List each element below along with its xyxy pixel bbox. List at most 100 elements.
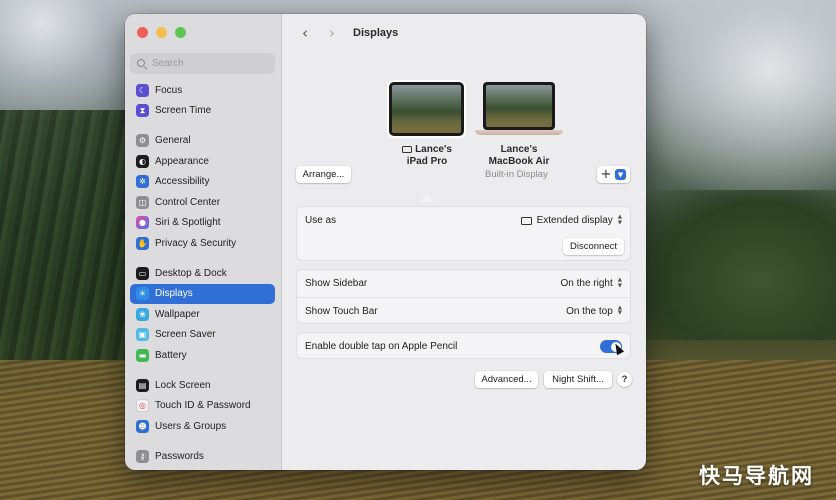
sidebar-list: ☾ Focus ⧗ Screen Time ⚙ General ◐ Appear…	[130, 80, 275, 467]
battery-icon: ▬	[136, 348, 149, 362]
sidebar-item-label: Passwords	[155, 450, 204, 462]
show-sidebar-row: Show Sidebar On the right ▲ ▼	[297, 270, 630, 297]
back-button[interactable]: ‹	[296, 24, 314, 42]
show-touch-bar-row: Show Touch Bar On the top ▲ ▼	[297, 297, 630, 324]
search-icon	[137, 58, 147, 69]
ipad-display-thumbnail[interactable]	[389, 82, 464, 136]
sidebar-item-label: Control Center	[155, 196, 221, 208]
sidebar-item-label: Lock Screen	[155, 379, 211, 391]
help-button[interactable]: ?	[617, 372, 632, 387]
disconnect-button[interactable]: Disconnect	[563, 238, 624, 255]
add-display-popup[interactable]: + ▼	[597, 166, 630, 183]
close-button[interactable]	[137, 27, 148, 38]
accessibility-icon: ✲	[136, 175, 149, 189]
sidebar-item-label: Focus	[155, 84, 183, 96]
toolbar: ‹ › Displays	[282, 14, 646, 52]
sidebar-item-screen-saver[interactable]: ▣ Screen Saver	[130, 325, 275, 346]
appearance-icon: ◐	[136, 154, 149, 168]
macbook-base	[475, 130, 563, 135]
show-touch-bar-label: Show Touch Bar	[305, 305, 378, 317]
sidebar-item-label: Screen Saver	[155, 329, 216, 341]
sidebar-item-focus[interactable]: ☾ Focus	[130, 80, 275, 101]
sidebar-item-label: Appearance	[155, 155, 209, 167]
sidebar-item-label: Touch ID & Password	[155, 400, 251, 412]
displays-icon: ☀	[136, 287, 149, 301]
sidebar-item-label: Displays	[155, 288, 193, 300]
forward-button[interactable]: ›	[323, 24, 341, 42]
updown-chevron-icon: ▲ ▼	[617, 304, 622, 316]
fingerprint-icon: ◎	[136, 399, 149, 413]
minimize-button[interactable]	[156, 27, 167, 38]
show-touch-bar-popup[interactable]: On the top ▲ ▼	[566, 304, 622, 317]
extended-display-icon	[520, 216, 532, 225]
sidebar-item-label: Privacy & Security	[155, 237, 237, 249]
sidebar-item-touch-id[interactable]: ◎ Touch ID & Password	[130, 396, 275, 417]
sidebar-item-desktop-dock[interactable]: ▭ Desktop & Dock	[130, 263, 275, 284]
sidebar-item-siri-spotlight[interactable]: ● Siri & Spotlight	[130, 213, 275, 234]
sidebar-item-wallpaper[interactable]: ❀ Wallpaper	[130, 304, 275, 325]
dock-icon: ▭	[136, 266, 149, 280]
night-shift-button[interactable]: Night Shift...	[544, 371, 612, 388]
gear-icon: ⚙	[136, 134, 149, 148]
sidebar-item-label: Battery	[155, 349, 187, 361]
focus-moon-icon: ☾	[136, 83, 149, 97]
updown-chevron-icon: ▲ ▼	[617, 214, 622, 226]
sidebar-item-users-groups[interactable]: ☻ Users & Groups	[130, 416, 275, 437]
lock-screen-icon: ▤	[136, 378, 149, 392]
control-center-icon: ◫	[136, 195, 149, 209]
sidebar-item-label: General	[155, 135, 191, 147]
sidebar-item-label: Desktop & Dock	[155, 267, 227, 279]
sidebar-item-displays[interactable]: ☀ Displays	[130, 283, 275, 304]
ipad-screen-image	[392, 85, 461, 133]
sidebar-item-label: Siri & Spotlight	[155, 217, 221, 229]
arrange-button[interactable]: Arrange...	[296, 166, 351, 183]
chevron-down-icon[interactable]: ▼	[615, 169, 626, 180]
desktop-trees	[0, 110, 125, 390]
selection-caret	[420, 195, 434, 202]
watermark-text: 快马导航网	[699, 464, 814, 488]
desktop-hill	[646, 190, 836, 340]
double-tap-label: Enable double tap on Apple Pencil	[305, 341, 458, 352]
wallpaper-icon: ❀	[136, 307, 149, 321]
desktop-fog	[0, 0, 140, 120]
siri-icon: ●	[136, 216, 149, 230]
updown-chevron-icon: ▲ ▼	[617, 277, 622, 289]
sidebar-item-privacy-security[interactable]: ✋ Privacy & Security	[130, 233, 275, 254]
sidebar-item-accessibility[interactable]: ✲ Accessibility	[130, 172, 275, 193]
users-icon: ☻	[136, 419, 149, 433]
sidebar-touchbar-group: Show Sidebar On the right ▲ ▼ Show Touch …	[296, 269, 631, 324]
macbook-label: Lance's MacBook Air	[488, 144, 550, 167]
show-sidebar-popup[interactable]: On the right ▲ ▼	[561, 277, 623, 289]
sidebar-item-control-center[interactable]: ◫ Control Center	[130, 192, 275, 213]
system-settings-window: ☾ Focus ⧗ Screen Time ⚙ General ◐ Appear…	[125, 14, 646, 470]
main-pane: ‹ › Displays Lance's iPad Pro Lance's Ma…	[282, 14, 646, 470]
sidebar-item-label: Wallpaper	[155, 308, 200, 320]
sidebar-item-passwords[interactable]: ⚷ Passwords	[130, 446, 275, 467]
sidebar: ☾ Focus ⧗ Screen Time ⚙ General ◐ Appear…	[125, 14, 282, 470]
display-arrangement: Lance's iPad Pro Lance's MacBook Air Bui…	[282, 52, 646, 202]
search-field[interactable]	[130, 53, 275, 74]
advanced-button[interactable]: Advanced...	[475, 371, 538, 388]
add-display-button[interactable]: +	[597, 166, 615, 183]
ipad-label: Lance's iPad Pro	[382, 144, 472, 168]
sidebar-item-screen-time[interactable]: ⧗ Screen Time	[130, 101, 275, 122]
sidebar-item-appearance[interactable]: ◐ Appearance	[130, 151, 275, 172]
key-icon: ⚷	[136, 449, 149, 463]
sidebar-item-lock-screen[interactable]: ▤ Lock Screen	[130, 375, 275, 396]
search-input[interactable]	[152, 58, 262, 69]
sidebar-item-label: Users & Groups	[155, 420, 227, 432]
use-as-group: Use as Extended display ▲ ▼ Disconnect	[296, 206, 631, 261]
macbook-screen-image	[486, 85, 552, 127]
macbook-display-thumbnail[interactable]	[483, 82, 555, 130]
use-as-row: Use as Extended display ▲ ▼	[297, 207, 630, 234]
use-as-popup[interactable]: Extended display ▲ ▼	[520, 214, 622, 226]
screen-saver-icon: ▣	[136, 328, 149, 342]
use-as-label: Use as	[305, 215, 337, 226]
sidecar-display-icon	[402, 146, 413, 153]
sidebar-item-battery[interactable]: ▬ Battery	[130, 345, 275, 366]
double-tap-row: Enable double tap on Apple Pencil	[297, 333, 630, 360]
sidebar-item-label: Screen Time	[155, 105, 212, 117]
sidebar-item-general[interactable]: ⚙ General	[130, 131, 275, 152]
show-sidebar-label: Show Sidebar	[305, 278, 368, 289]
zoom-button[interactable]	[175, 27, 186, 38]
